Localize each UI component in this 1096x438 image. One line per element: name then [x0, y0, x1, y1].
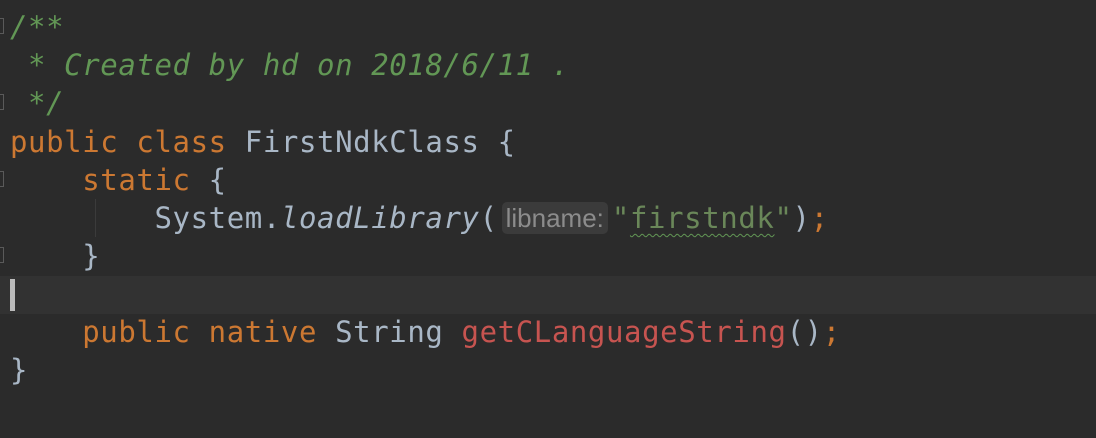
- code-line-9: public native String getCLanguageString(…: [0, 313, 1096, 351]
- parameter-hint: libname:: [501, 202, 608, 234]
- code-line-5: static {: [0, 161, 1096, 199]
- native-method-name[interactable]: getCLanguageString: [462, 315, 787, 349]
- close-brace: }: [10, 353, 29, 387]
- code-line-2: * Created by hd on 2018/6/11 .: [0, 46, 1096, 84]
- system-receiver: System.: [154, 201, 281, 235]
- code-line-6: System.loadLibrary(libname: "firstndk");: [0, 199, 1096, 237]
- fold-marker-icon[interactable]: [0, 18, 4, 34]
- parens: (): [786, 315, 823, 349]
- close-paren: ): [792, 201, 811, 235]
- code-line-4: public class FirstNdkClass {: [0, 123, 1096, 161]
- code-line-3: */: [0, 84, 1096, 122]
- open-paren: (: [479, 201, 498, 235]
- semicolon: ;: [822, 315, 841, 349]
- fold-marker-icon[interactable]: [0, 247, 4, 263]
- fold-marker-icon[interactable]: [0, 94, 4, 110]
- fold-marker-icon[interactable]: [0, 171, 4, 187]
- string-quote-open: ": [611, 201, 630, 235]
- code-line-7: }: [0, 237, 1096, 275]
- text-caret: [10, 279, 15, 311]
- class-name: FirstNdkClass: [244, 125, 480, 159]
- open-brace: {: [497, 125, 516, 159]
- string-literal-firstndk[interactable]: firstndk: [630, 201, 774, 235]
- method-load-library: loadLibrary: [280, 201, 480, 235]
- code-line-10: }: [0, 351, 1096, 389]
- keyword-class: class: [136, 125, 227, 159]
- code-line-1: /**: [0, 8, 1096, 46]
- string-quote-close: ": [774, 201, 793, 235]
- keyword-native: native: [208, 315, 318, 349]
- keyword-static: static: [82, 163, 191, 197]
- semicolon: ;: [810, 201, 829, 235]
- close-brace: }: [82, 239, 101, 273]
- open-brace: {: [208, 163, 227, 197]
- doc-comment-end: */: [10, 86, 65, 120]
- type-string: String: [335, 315, 444, 349]
- doc-comment-body: * Created by hd on 2018/6/11 .: [10, 48, 570, 82]
- keyword-public: public: [10, 125, 119, 159]
- code-editor[interactable]: /** * Created by hd on 2018/6/11 . */ pu…: [0, 0, 1096, 438]
- current-line[interactable]: [0, 276, 1096, 314]
- doc-comment-start: /**: [10, 10, 65, 44]
- keyword-public: public: [82, 315, 191, 349]
